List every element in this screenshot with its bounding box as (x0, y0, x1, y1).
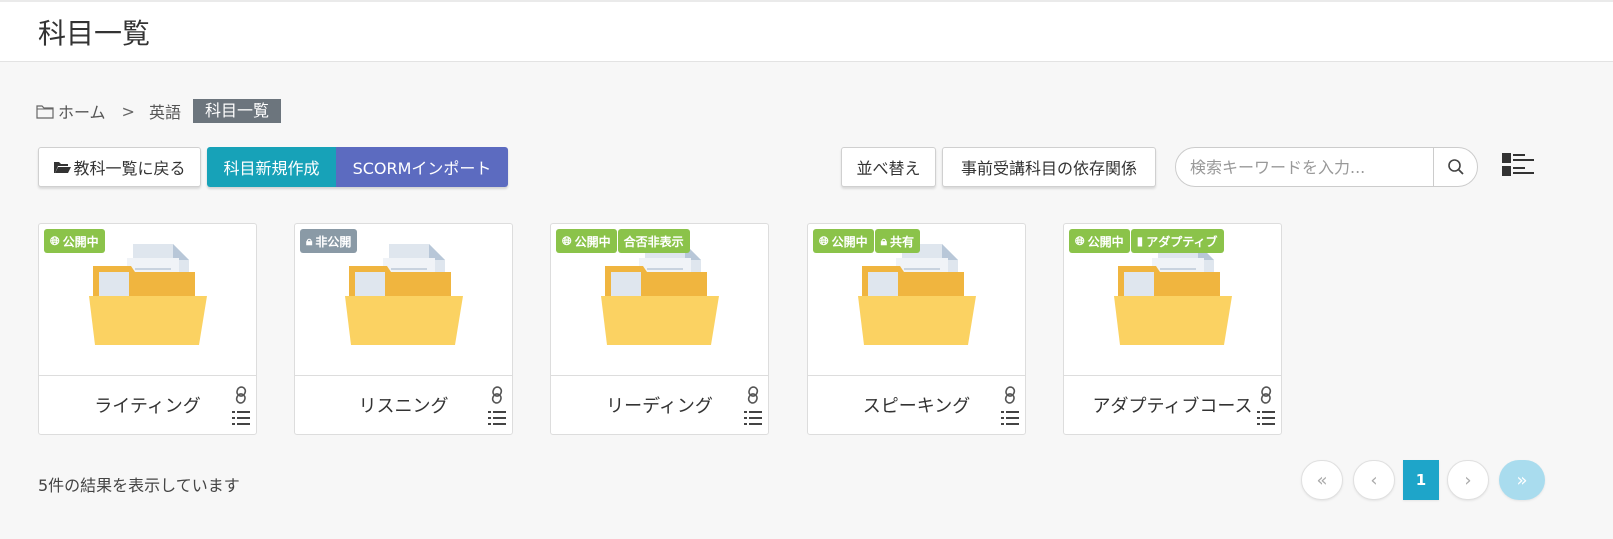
sort-button[interactable]: 並べ替え (841, 147, 936, 187)
course-title[interactable]: ライティング (39, 392, 256, 418)
folder-icon (858, 244, 976, 345)
badge-group: 🔒︎ 非公開 (300, 229, 358, 253)
lock-icon: 🔒︎ (306, 233, 313, 248)
page-header: 科目一覧 (0, 0, 1613, 62)
course-thumbnail[interactable]: 🌐︎ 公開中 (39, 224, 256, 376)
folder-open-icon (54, 162, 72, 173)
breadcrumb-home-label: ホーム (58, 103, 106, 122)
book-icon: ▮ (1136, 234, 1144, 248)
search-box (1175, 147, 1478, 187)
last-page-button[interactable]: » (1499, 460, 1545, 500)
status-badge: 🌐︎ 公開中 (556, 229, 617, 253)
folder-icon (345, 244, 463, 345)
course-title[interactable]: リスニング (295, 392, 512, 418)
pagination: « ‹ 1 › » (1301, 460, 1545, 500)
list-view-icon (1502, 153, 1534, 176)
globe-icon: 🌐︎ (562, 233, 572, 248)
search-icon (1447, 159, 1464, 175)
course-card[interactable]: 🔒︎ 非公開 リスニング (294, 223, 513, 435)
link-icon[interactable] (1259, 386, 1273, 408)
badge-label: 公開中 (831, 234, 868, 249)
breadcrumb-separator: > (121, 101, 135, 121)
course-thumbnail[interactable]: 🌐︎ 公開中 ▮ アダプティブ (1064, 224, 1281, 376)
status-badge: 🔒︎ 非公開 (300, 229, 358, 253)
globe-icon: 🌐︎ (1075, 233, 1085, 248)
link-icon[interactable] (234, 386, 248, 408)
list-menu-icon[interactable] (1257, 410, 1275, 430)
course-card[interactable]: 🌐︎ 公開中 ライティング (38, 223, 257, 435)
back-to-subjects-button[interactable]: 教科一覧に戻る (38, 147, 201, 187)
breadcrumb-current: 科目一覧 (192, 99, 281, 123)
folder-icon (1114, 244, 1232, 345)
status-badge: 🌐︎ 公開中 (1069, 229, 1130, 253)
search-button[interactable] (1433, 148, 1477, 186)
create-button-group: 科目新規作成 SCORMインポート (207, 147, 508, 187)
badge-group: 🌐︎ 公開中 ▮ アダプティブ (1069, 229, 1224, 253)
globe-icon: 🌐︎ (819, 233, 829, 248)
badge-label: アダプティブ (1146, 234, 1218, 249)
course-thumbnail[interactable]: 🔒︎ 非公開 (295, 224, 512, 376)
link-icon[interactable] (490, 386, 504, 408)
scorm-import-button[interactable]: SCORMインポート (336, 147, 508, 187)
link-icon[interactable] (1003, 386, 1017, 408)
badge-label: 合否非表示 (623, 234, 684, 249)
badge-label: 公開中 (62, 234, 99, 249)
list-menu-icon[interactable] (232, 410, 250, 430)
course-thumbnail[interactable]: 🌐︎ 公開中 合否非表示 (551, 224, 768, 376)
back-button-label: 教科一覧に戻る (73, 159, 186, 178)
list-view-toggle[interactable] (1502, 153, 1534, 177)
course-thumbnail[interactable]: 🌐︎ 公開中 🔒︎ 共有 (808, 224, 1025, 376)
new-course-button[interactable]: 科目新規作成 (207, 147, 336, 187)
list-menu-icon[interactable] (488, 410, 506, 430)
badge-label: 公開中 (574, 234, 611, 249)
badge-label: 非公開 (315, 234, 352, 249)
folder-icon (601, 244, 719, 345)
page-1-button[interactable]: 1 (1403, 460, 1439, 500)
dependency-button[interactable]: 事前受講科目の依存関係 (942, 147, 1156, 187)
status-badge: 🌐︎ 公開中 (813, 229, 874, 253)
folder-icon (89, 244, 207, 345)
badge-group: 🌐︎ 公開中 (44, 229, 105, 253)
course-card[interactable]: 🌐︎ 公開中 🔒︎ 共有 スピーキング (807, 223, 1026, 435)
list-menu-icon[interactable] (744, 410, 762, 430)
badge-group: 🌐︎ 公開中 🔒︎ 共有 (813, 229, 921, 253)
course-card[interactable]: 🌐︎ 公開中 ▮ アダプティブ アダプティブコース (1063, 223, 1282, 435)
status-badge: 🌐︎ 公開中 (44, 229, 105, 253)
badge-label: 共有 (890, 234, 915, 249)
folder-outline-icon (36, 104, 54, 119)
status-badge: ▮ アダプティブ (1130, 229, 1224, 253)
status-badge: 🔒︎ 共有 (874, 229, 921, 253)
course-card[interactable]: 🌐︎ 公開中 合否非表示 リーディング (550, 223, 769, 435)
course-title[interactable]: リーディング (551, 392, 768, 418)
breadcrumb: ホーム > 英語 科目一覧 (36, 99, 281, 123)
course-title[interactable]: アダプティブコース (1064, 392, 1281, 418)
result-count-text: 5件の結果を表示しています (38, 476, 240, 495)
course-title[interactable]: スピーキング (808, 392, 1025, 418)
link-icon[interactable] (746, 386, 760, 408)
search-input[interactable] (1176, 148, 1433, 186)
list-menu-icon[interactable] (1001, 410, 1019, 430)
badge-group: 🌐︎ 公開中 合否非表示 (556, 229, 690, 253)
breadcrumb-parent[interactable]: 英語 (149, 99, 181, 123)
first-page-button[interactable]: « (1301, 460, 1343, 500)
lock-icon: 🔒︎ (880, 233, 888, 248)
status-badge: 合否非表示 (617, 229, 690, 253)
badge-label: 公開中 (1087, 234, 1124, 249)
page-title: 科目一覧 (38, 17, 151, 50)
globe-icon: 🌐︎ (50, 233, 60, 248)
breadcrumb-home[interactable]: ホーム (36, 99, 106, 123)
next-page-button[interactable]: › (1447, 460, 1489, 500)
prev-page-button[interactable]: ‹ (1353, 460, 1395, 500)
